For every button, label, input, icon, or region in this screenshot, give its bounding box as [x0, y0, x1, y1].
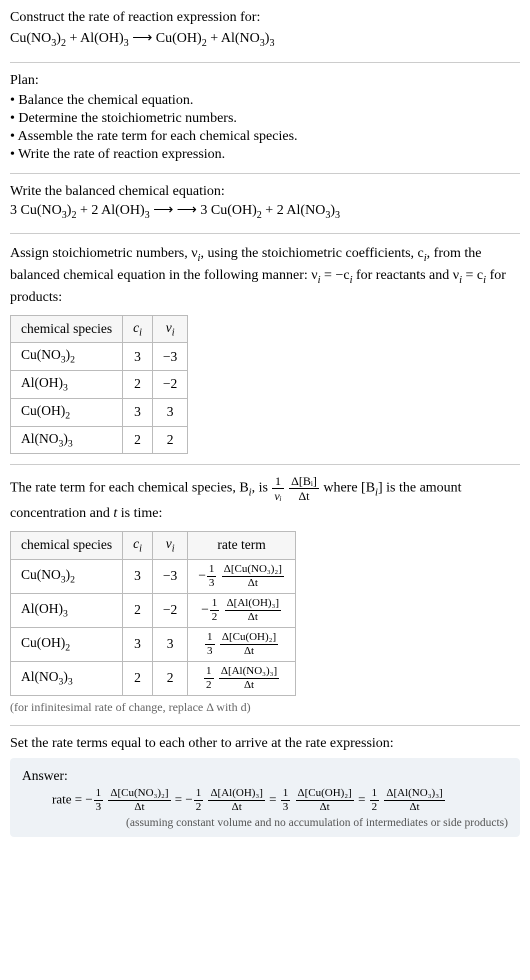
plan-item: Determine the stoichiometric numbers. [10, 111, 520, 127]
answer-box: Answer: rate = −13 Δ[Cu(NO₃)₂]Δt = −12 Δ… [10, 758, 520, 837]
answer-label: Answer: [22, 768, 508, 784]
col-species: chemical species [11, 315, 123, 343]
table-row: Cu(NO3)2 3 −3 [11, 343, 188, 371]
rateterm-text: The rate term for each chemical species,… [10, 475, 520, 525]
prompt-text: Construct the rate of reaction expressio… [10, 8, 520, 28]
assumption-note: (assuming constant volume and no accumul… [22, 817, 508, 829]
table-row: Al(OH)3 2 −2 [11, 371, 188, 399]
col-ci: ci [123, 315, 153, 343]
plan-item: Assemble the rate term for each chemical… [10, 129, 520, 145]
table-row: Al(NO3)3 2 2 [11, 426, 188, 454]
rate-expression: rate = −13 Δ[Cu(NO₃)₂]Δt = −12 Δ[Al(OH)₃… [52, 788, 508, 813]
stoich-table: chemical species ci νi Cu(NO3)2 3 −3 Al(… [10, 315, 188, 454]
plan-list: Balance the chemical equation. Determine… [10, 93, 520, 163]
col-ci: ci [123, 531, 153, 559]
final-title: Set the rate terms equal to each other t… [10, 736, 520, 752]
col-rateterm: rate term [188, 531, 296, 559]
infinitesimal-note: (for infinitesimal rate of change, repla… [10, 700, 520, 715]
table-row: Cu(NO3)2 3 −3 −13 Δ[Cu(NO₃)₂]Δt [11, 559, 296, 593]
unbalanced-equation: Cu(NO3)2 + Al(OH)3 ⟶ Cu(OH)2 + Al(NO3)3 [10, 28, 520, 52]
table-row: Cu(OH)2 3 3 13 Δ[Cu(OH)₂]Δt [11, 627, 296, 661]
balanced-title: Write the balanced chemical equation: [10, 184, 520, 200]
rateterm-table: chemical species ci νi rate term Cu(NO3)… [10, 531, 296, 696]
frac-1-over-nu: 1νᵢ [272, 475, 283, 502]
stoich-text: Assign stoichiometric numbers, νi, using… [10, 244, 520, 308]
divider [10, 62, 520, 63]
balanced-equation: 3 Cu(NO3)2 + 2 Al(OH)3 ⟶ ⟶ 3 Cu(OH)2 + 2… [10, 200, 520, 224]
divider [10, 725, 520, 726]
table-row: Al(OH)3 2 −2 −12 Δ[Al(OH)₃]Δt [11, 593, 296, 627]
plan-item: Balance the chemical equation. [10, 93, 520, 109]
col-vi: νi [152, 531, 187, 559]
table-row: Al(NO3)3 2 2 12 Δ[Al(NO₃)₃]Δt [11, 661, 296, 695]
col-vi: νi [152, 315, 187, 343]
col-species: chemical species [11, 531, 123, 559]
divider [10, 464, 520, 465]
divider [10, 173, 520, 174]
frac-dB-over-dt: Δ[Bᵢ]Δt [289, 475, 319, 502]
table-row: Cu(OH)2 3 3 [11, 398, 188, 426]
plan-title: Plan: [10, 73, 520, 89]
divider [10, 233, 520, 234]
plan-item: Write the rate of reaction expression. [10, 147, 520, 163]
